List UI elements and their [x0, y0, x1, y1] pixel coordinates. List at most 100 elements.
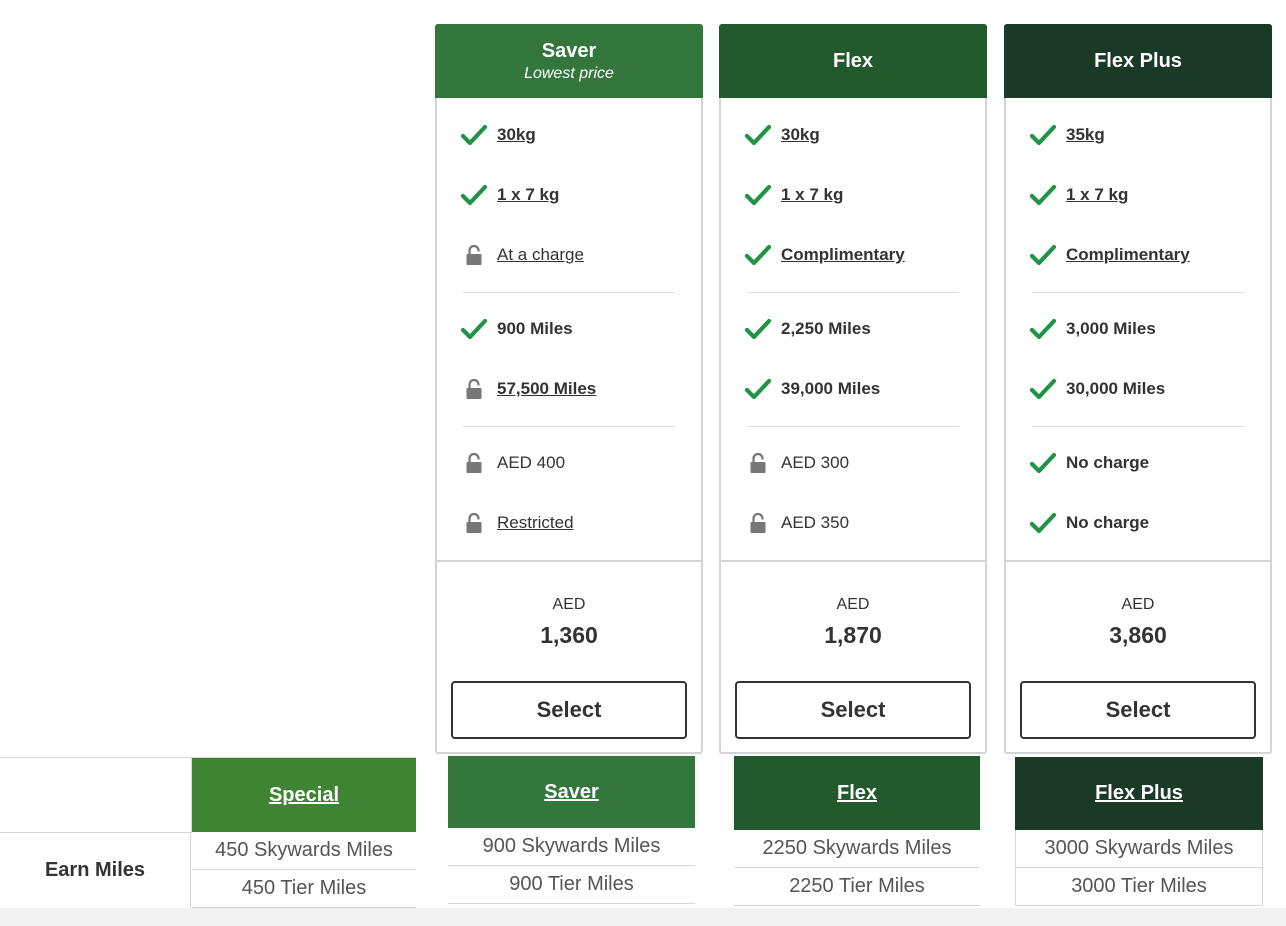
divider	[1006, 560, 1270, 562]
fare-feature-row: No charge	[1030, 448, 1149, 478]
feature-link[interactable]: Restricted	[497, 513, 574, 533]
feature-text: 3,000 Miles	[1066, 319, 1156, 338]
fare-feature-row: No charge	[1030, 508, 1149, 538]
feature-link[interactable]: 30kg	[781, 125, 820, 145]
fare-feature-row[interactable]: 1 x 7 kg	[1030, 180, 1128, 210]
check-icon	[1030, 123, 1056, 147]
divider	[721, 560, 985, 562]
feature-text: No charge	[1066, 453, 1150, 472]
fare-feature-row: AED 400	[461, 448, 565, 478]
check-icon	[745, 123, 771, 147]
miles-column-header-flex-plus[interactable]: Flex Plus	[1015, 757, 1263, 830]
divider	[1032, 426, 1244, 427]
feature-link[interactable]: 1 x 7 kg	[781, 185, 843, 205]
feature-text: 30,000 Miles	[1066, 379, 1166, 398]
fare-header: Saver Lowest price	[435, 24, 703, 98]
check-icon	[1030, 377, 1056, 401]
fare-feature-row[interactable]: Complimentary	[1030, 240, 1190, 270]
price-currency: AED	[836, 596, 870, 613]
feature-link[interactable]: Complimentary	[781, 245, 905, 265]
price-amount: 3,860	[1109, 622, 1167, 648]
miles-column-header-flex[interactable]: Flex	[734, 756, 980, 830]
feature-link[interactable]: Complimentary	[1066, 245, 1190, 265]
divider	[747, 426, 959, 427]
check-icon	[1030, 317, 1056, 341]
earn-miles-label: Earn Miles	[0, 832, 191, 908]
tier-miles-cell: 2250 Tier Miles	[734, 868, 980, 906]
lock-icon	[461, 511, 487, 535]
check-icon	[461, 183, 487, 207]
fare-name: Flex Plus	[1094, 49, 1182, 72]
price-amount: 1,870	[824, 622, 882, 648]
tier-miles-cell: 450 Tier Miles	[192, 870, 416, 908]
check-icon	[745, 243, 771, 267]
skywards-miles-cell: 900 Skywards Miles	[448, 828, 695, 866]
fare-feature-row[interactable]: 30kg	[461, 120, 536, 150]
feature-text: 39,000 Miles	[781, 379, 881, 398]
miles-column-header-saver[interactable]: Saver	[448, 756, 695, 828]
fare-name: Saver	[541, 39, 597, 62]
fare-feature-row: 2,250 Miles	[745, 314, 871, 344]
tier-miles-cell: 3000 Tier Miles	[1015, 868, 1263, 906]
fare-feature-row: 39,000 Miles	[745, 374, 880, 404]
feature-link[interactable]: At a charge	[497, 245, 584, 265]
fare-header: Flex	[719, 24, 987, 98]
fare-subtitle: Lowest price	[524, 64, 614, 82]
select-button[interactable]: Select	[735, 681, 971, 739]
fare-feature-row: 30,000 Miles	[1030, 374, 1165, 404]
select-button[interactable]: Select	[1020, 681, 1256, 739]
lock-icon	[461, 377, 487, 401]
check-icon	[1030, 243, 1056, 267]
price-amount: 1,360	[540, 622, 598, 648]
fare-header: Flex Plus	[1004, 24, 1272, 98]
skywards-miles-cell: 2250 Skywards Miles	[734, 830, 980, 868]
fare-feature-row[interactable]: Complimentary	[745, 240, 905, 270]
fare-feature-row[interactable]: 1 x 7 kg	[745, 180, 843, 210]
lock-icon	[745, 511, 771, 535]
fare-feature-row[interactable]: 1 x 7 kg	[461, 180, 559, 210]
fare-feature-row[interactable]: 35kg	[1030, 120, 1105, 150]
lock-icon	[745, 451, 771, 475]
feature-text: No charge	[1066, 513, 1150, 532]
table-bottom-strip	[0, 908, 1286, 926]
divider	[463, 426, 675, 427]
feature-text: AED 350	[781, 513, 850, 532]
feature-link[interactable]: 57,500 Miles	[497, 379, 596, 399]
divider	[747, 292, 959, 293]
fare-feature-row: AED 350	[745, 508, 849, 538]
check-icon	[745, 183, 771, 207]
skywards-miles-cell: 3000 Skywards Miles	[1015, 830, 1263, 868]
skywards-miles-cell: 450 Skywards Miles	[192, 832, 416, 870]
fare-feature-row[interactable]: Restricted	[461, 508, 574, 538]
fare-card-saver: Saver Lowest price 30kg 1 x 7 kg At a charge…	[435, 24, 703, 754]
feature-text: AED 300	[781, 453, 850, 472]
check-icon	[1030, 451, 1056, 475]
feature-link[interactable]: 1 x 7 kg	[497, 185, 559, 205]
feature-link[interactable]: 35kg	[1066, 125, 1105, 145]
fare-feature-row: 900 Miles	[461, 314, 573, 344]
miles-column-header-special[interactable]: Special	[192, 758, 416, 832]
lock-icon	[461, 451, 487, 475]
feature-link[interactable]: 1 x 7 kg	[1066, 185, 1128, 205]
feature-text: 2,250 Miles	[781, 319, 871, 338]
fare-card-flex-plus: Flex Plus 35kg 1 x 7 kg Complimentary 3,000 …	[1004, 24, 1272, 754]
fare-feature-row[interactable]: 30kg	[745, 120, 820, 150]
lock-icon	[461, 243, 487, 267]
fare-feature-row[interactable]: 57,500 Miles	[461, 374, 596, 404]
price-currency: AED	[1121, 596, 1155, 613]
check-icon	[461, 317, 487, 341]
check-icon	[1030, 183, 1056, 207]
divider	[437, 560, 701, 562]
fare-card-flex: Flex 30kg 1 x 7 kg Complimentary 2,250 Miles…	[719, 24, 987, 754]
tier-miles-cell: 900 Tier Miles	[448, 866, 695, 904]
divider	[463, 292, 675, 293]
check-icon	[745, 377, 771, 401]
fare-feature-row[interactable]: At a charge	[461, 240, 584, 270]
divider	[1032, 292, 1244, 293]
feature-text: 900 Miles	[497, 319, 573, 338]
fare-feature-row: AED 300	[745, 448, 849, 478]
price-currency: AED	[552, 596, 586, 613]
feature-link[interactable]: 30kg	[497, 125, 536, 145]
select-button[interactable]: Select	[451, 681, 687, 739]
fare-feature-row: 3,000 Miles	[1030, 314, 1156, 344]
